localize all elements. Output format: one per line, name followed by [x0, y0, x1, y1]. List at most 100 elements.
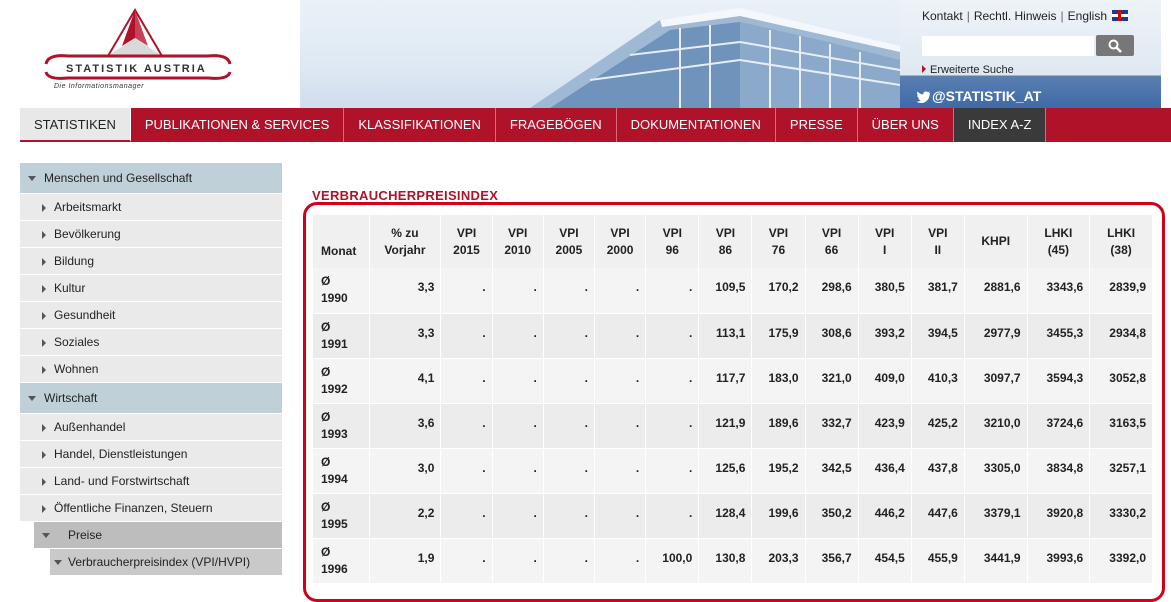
sidebar-item-bildung[interactable]: Bildung: [20, 248, 282, 275]
month-cell: Ø 1994: [313, 448, 370, 494]
column-header-text: VPI: [508, 225, 528, 240]
column-header-text: II: [934, 242, 942, 257]
main-navigation: STATISTIKEN PUBLIKATIONEN & SERVICES KLA…: [20, 108, 1171, 142]
table-cell: .: [543, 268, 596, 314]
column-header-text: Monat: [321, 244, 357, 258]
table-cell: .: [440, 313, 493, 359]
sidebar-category-wirtschaft[interactable]: Wirtschaft: [20, 383, 282, 414]
table-cell: 117,7: [698, 358, 753, 404]
sidebar-item-preise[interactable]: Preise: [34, 522, 282, 549]
uk-flag-icon[interactable]: [1112, 10, 1129, 21]
column-header: VPI 76: [751, 215, 806, 268]
vpi-table: Monat% zu Vorjahr VPI 2015 VPI 2010 VPI 2005 VPI…: [313, 215, 1153, 584]
table-cell: 308,6: [805, 313, 859, 359]
sidebar-item-label: Soziales: [54, 335, 100, 349]
column-header: VPI 2005: [543, 215, 596, 268]
nav-publikationen-services[interactable]: PUBLIKATIONEN & SERVICES: [130, 108, 345, 142]
kontakt-link[interactable]: Kontakt: [922, 9, 963, 23]
table-cell: 3920,8: [1027, 493, 1091, 539]
table-cell: .: [594, 358, 647, 404]
table-cell: 3993,6: [1027, 538, 1091, 584]
table-cell: 121,9: [698, 403, 753, 449]
table-cell: .: [594, 403, 647, 449]
sidebar-category-menschen[interactable]: Menschen und Gesellschaft: [20, 163, 282, 194]
column-header-text: VPI: [662, 225, 682, 240]
table-cell: 3441,9: [964, 538, 1028, 584]
table-row: Ø 1994 3,0..... 125,6 195,2 342,5 436,4 437,8 33…: [313, 448, 1153, 494]
table-cell: 298,6: [805, 268, 859, 314]
sidebar-item-arbeitsmarkt[interactable]: Arbeitsmarkt: [20, 194, 282, 221]
table-cell: 175,9: [751, 313, 806, 359]
table-cell: .: [645, 448, 700, 494]
sidebar-item-label: Außenhandel: [54, 420, 126, 434]
nav-klassifikationen[interactable]: KLASSIFIKATIONEN: [344, 108, 496, 142]
sidebar-item-label: Verbraucherpreisindex (VPI/HVPI): [68, 555, 251, 569]
search-input[interactable]: [922, 36, 1094, 56]
sidebar-item-bevoelkerung[interactable]: Bevölkerung: [20, 221, 282, 248]
sidebar-category-label: Wirtschaft: [44, 391, 98, 405]
table-cell: .: [594, 493, 647, 539]
chevron-right-icon: [42, 258, 46, 266]
year-label: 1995: [321, 516, 348, 531]
column-header-text: 2005: [555, 242, 583, 257]
twitter-link[interactable]: @STATISTIK_AT: [916, 88, 1041, 104]
table-cell: .: [543, 313, 596, 359]
utility-links: Kontakt | Rechtl. Hinweis | English: [922, 9, 1129, 23]
month-cell: Ø 1990: [313, 268, 370, 314]
table-row: Ø 1992 4,1..... 117,7 183,0 321,0 409,0 410,3 30…: [313, 358, 1153, 404]
table-cell: .: [645, 403, 700, 449]
sidebar-item-kultur[interactable]: Kultur: [20, 275, 282, 302]
search-icon: [1108, 39, 1122, 53]
table-cell: 3,3: [369, 313, 442, 359]
table-cell: .: [492, 358, 544, 404]
nav-index-a-z[interactable]: INDEX A-Z: [953, 108, 1047, 142]
sidebar-item-finanzen[interactable]: Öffentliche Finanzen, Steuern: [20, 495, 282, 522]
table-cell: 3343,6: [1027, 268, 1091, 314]
sidebar-item-wohnen[interactable]: Wohnen: [20, 356, 282, 383]
year-label: 1996: [321, 561, 348, 576]
statistik-austria-logo[interactable]: STATISTIK AUSTRIA Die Informationsmanage…: [38, 8, 238, 98]
logo-name: STATISTIK AUSTRIA: [66, 63, 207, 75]
advanced-search-link[interactable]: Erweiterte Suche: [922, 64, 1014, 76]
average-symbol: Ø: [321, 274, 331, 288]
sidebar-item-vpi-hvpi[interactable]: Verbraucherpreisindex (VPI/HVPI): [50, 549, 282, 576]
table-cell: .: [543, 538, 596, 584]
nav-presse[interactable]: PRESSE: [775, 108, 858, 142]
column-header-text: VPI: [768, 225, 789, 240]
table-cell: 3305,0: [964, 448, 1028, 494]
column-header: VPI 96: [645, 215, 700, 268]
table-cell: .: [440, 358, 493, 404]
english-link[interactable]: English: [1068, 9, 1107, 23]
rechtl-hinweis-link[interactable]: Rechtl. Hinweis: [974, 9, 1057, 23]
sidebar-item-aussenhandel[interactable]: Außenhandel: [20, 414, 282, 441]
month-cell: Ø 1992: [313, 358, 370, 404]
table-cell: 113,1: [698, 313, 753, 359]
nav-dokumentationen[interactable]: DOKUMENTATIONEN: [616, 108, 776, 142]
sidebar-item-label: Bildung: [54, 254, 95, 268]
nav-fill: [1046, 108, 1171, 142]
search-button[interactable]: [1096, 35, 1134, 56]
chevron-right-icon: [42, 312, 46, 320]
table-cell: 410,3: [911, 358, 965, 404]
nav-ueber-uns[interactable]: ÜBER UNS: [857, 108, 954, 142]
chevron-down-icon: [28, 176, 36, 181]
table-cell: .: [440, 538, 493, 584]
table-cell: .: [594, 268, 647, 314]
table-cell: 2839,9: [1089, 268, 1153, 314]
table-cell: 2,2: [369, 493, 442, 539]
table-row: Ø 1991 3,3..... 113,1 175,9 308,6 393,2 394,5 29…: [313, 313, 1153, 359]
column-header: LHKI (45): [1027, 215, 1091, 268]
column-header-text: 2015: [453, 242, 480, 257]
nav-frageboegen[interactable]: FRAGEBÖGEN: [495, 108, 617, 142]
year-label: 1994: [321, 471, 348, 486]
sidebar-item-soziales[interactable]: Soziales: [20, 329, 282, 356]
table-cell: 189,6: [751, 403, 806, 449]
year-label: 1991: [321, 336, 348, 351]
sidebar-item-gesundheit[interactable]: Gesundheit: [20, 302, 282, 329]
sidebar-item-handel[interactable]: Handel, Dienstleistungen: [20, 441, 282, 468]
nav-statistiken[interactable]: STATISTIKEN: [20, 108, 131, 142]
hero-building-image: [300, 0, 900, 108]
sidebar-item-land-forst[interactable]: Land- und Forstwirtschaft: [20, 468, 282, 495]
table-cell: 3,3: [369, 268, 442, 314]
sidebar: Menschen und Gesellschaft Arbeitsmarkt B…: [20, 163, 282, 576]
